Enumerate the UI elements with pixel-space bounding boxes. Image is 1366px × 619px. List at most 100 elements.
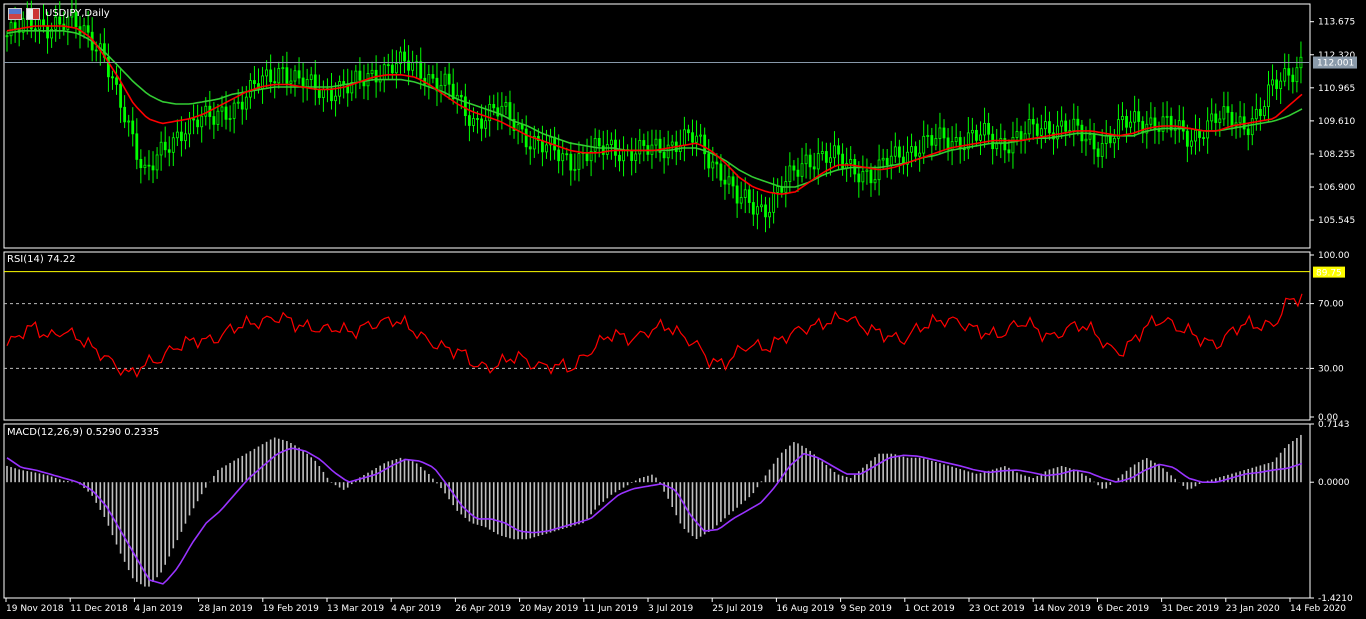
candle-body	[1133, 111, 1137, 123]
candle-body	[800, 163, 804, 177]
x-tick-label-4: 19 Feb 2019	[263, 604, 319, 614]
candle-body	[1048, 121, 1051, 134]
candle-body	[285, 67, 289, 84]
candle-body	[715, 161, 719, 165]
candle-body	[476, 118, 479, 120]
candle-body	[593, 138, 597, 152]
candle-body	[695, 135, 698, 143]
candle-body	[1015, 131, 1019, 138]
candle-body	[370, 69, 374, 74]
candle-body	[561, 153, 565, 162]
candle-body	[1060, 120, 1064, 127]
candle-body	[1222, 106, 1226, 120]
candle-body	[46, 25, 49, 39]
candle-body	[1283, 68, 1287, 82]
candle-body	[837, 145, 840, 155]
candle-body	[743, 189, 747, 198]
candle-body	[1076, 118, 1080, 126]
candle-body	[735, 185, 739, 204]
candle-body	[139, 159, 143, 169]
candle-body	[504, 102, 508, 107]
currency-flag-icon	[26, 8, 40, 20]
candle-body	[131, 120, 135, 135]
macd-tick-label-1: 0.0000	[1318, 478, 1350, 488]
candle-body	[1230, 112, 1234, 127]
price-tick-label-2: 110.965	[1318, 84, 1355, 94]
candle-body	[930, 135, 934, 146]
candle-body	[557, 149, 561, 162]
chart-canvas[interactable]: 113.675112.320110.965109.610108.255106.9…	[0, 0, 1366, 619]
candle-body	[1064, 120, 1068, 132]
candle-body	[954, 137, 958, 143]
candle-body	[403, 51, 406, 62]
candle-body	[86, 25, 90, 33]
macd-tick-label-2: -1.4210	[1318, 594, 1353, 604]
candle-body	[1206, 120, 1210, 139]
x-tick-label-9: 11 Jun 2019	[584, 604, 638, 614]
candle-body	[175, 131, 179, 139]
candle-body	[829, 157, 832, 163]
candle-body	[123, 106, 127, 123]
candle-body	[618, 154, 621, 162]
x-tick-label-19: 23 Jan 2020	[1226, 604, 1280, 614]
candle-body	[1279, 80, 1283, 90]
candle-body	[338, 81, 342, 97]
candle-body	[1275, 79, 1279, 90]
candle-body	[321, 88, 325, 98]
candle-body	[119, 83, 122, 108]
candle-body	[188, 118, 191, 135]
candle-body	[447, 73, 451, 85]
x-tick-label-0: 19 Nov 2018	[6, 604, 64, 614]
candle-body	[776, 186, 780, 193]
candle-body	[1007, 149, 1011, 154]
candle-body	[115, 77, 118, 85]
candle-body	[585, 152, 589, 162]
candle-body	[609, 139, 613, 146]
candle-body	[788, 165, 792, 182]
candle-body	[1027, 119, 1031, 135]
candle-body	[1250, 118, 1254, 136]
candle-body	[411, 61, 415, 71]
candle-body	[317, 89, 321, 98]
candle-body	[273, 81, 277, 84]
candle-body	[841, 153, 844, 169]
candle-body	[167, 149, 171, 153]
candle-body	[1019, 131, 1023, 141]
candle-body	[687, 129, 690, 134]
x-tick-label-8: 20 May 2019	[520, 604, 579, 614]
candle-body	[638, 140, 642, 155]
candle-body	[163, 141, 167, 151]
candle-body	[889, 155, 893, 166]
candle-body	[528, 146, 532, 150]
candle-body	[833, 145, 836, 159]
candle-body	[1198, 129, 1201, 138]
candle-body	[390, 64, 394, 74]
candle-body	[1263, 106, 1266, 117]
candle-body	[244, 96, 248, 110]
candle-body	[1173, 128, 1177, 131]
candle-body	[468, 115, 471, 126]
candle-body	[1185, 130, 1189, 147]
candle-body	[38, 19, 41, 30]
candle-body	[94, 49, 98, 52]
candle-body	[1291, 74, 1295, 83]
candle-body	[212, 116, 216, 125]
candle-body	[1181, 120, 1185, 132]
candle-body	[277, 68, 281, 84]
candle-body	[983, 122, 986, 136]
candle-body	[127, 120, 131, 123]
candle-body	[443, 73, 447, 86]
x-tick-label-6: 4 Apr 2019	[391, 604, 441, 614]
price-tick-label-6: 105.545	[1318, 216, 1355, 226]
rsi-tick-label-1: 70.00	[1318, 300, 1344, 310]
candle-body	[309, 74, 313, 80]
candle-body	[196, 119, 200, 128]
candle-body	[707, 153, 711, 169]
candle-body	[220, 106, 224, 112]
candle-body	[857, 173, 861, 183]
price-tick-label-4: 108.255	[1318, 150, 1355, 160]
candle-body	[764, 204, 767, 218]
candle-body	[731, 176, 735, 187]
candle-body	[147, 164, 151, 167]
candle-body	[756, 206, 759, 215]
